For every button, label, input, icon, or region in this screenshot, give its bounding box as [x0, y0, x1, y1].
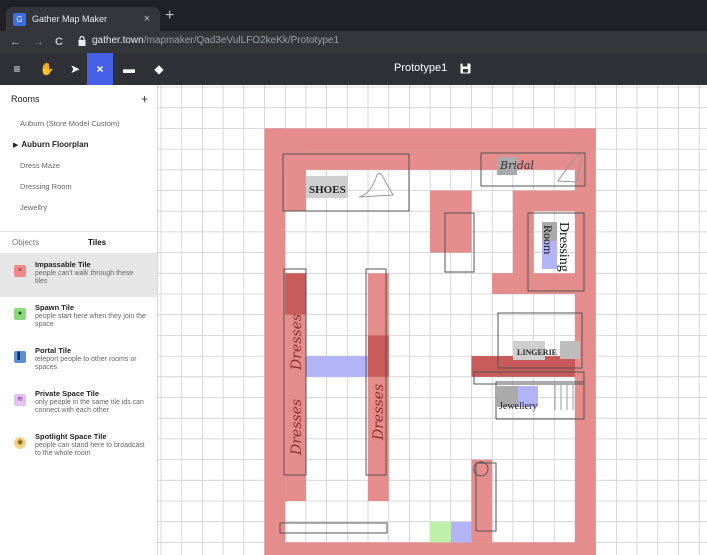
- url-path: /mapmaker/Qad3eVulLFO2keKk/Prototype1: [143, 35, 340, 46]
- tab-tiles[interactable]: Tiles: [88, 238, 106, 247]
- tile-option-spawn[interactable]: ● Spawn Tile people start here when they…: [0, 296, 157, 340]
- tile-name: Impassable Tile: [35, 260, 91, 269]
- impassable-icon: ×: [14, 265, 26, 277]
- spawn-icon: ●: [14, 308, 26, 320]
- reload-button[interactable]: C: [55, 34, 63, 50]
- save-icon[interactable]: [460, 63, 471, 74]
- wall-tile: [264, 542, 596, 555]
- map-title: Prototype1: [394, 62, 448, 74]
- sidebar-tabs: Objects Tiles: [0, 231, 157, 253]
- back-button[interactable]: ←: [10, 34, 21, 50]
- rack-tile: [285, 273, 306, 315]
- room-item[interactable]: Dressing Room: [0, 176, 157, 197]
- tab-objects[interactable]: Objects: [12, 238, 39, 247]
- rooms-label: Rooms: [11, 94, 40, 104]
- tile-option-spotlight[interactable]: ◉ Spotlight Space Tile people can stand …: [0, 425, 157, 469]
- spawn-tile: [430, 521, 451, 543]
- object-tool-button[interactable]: ▬: [116, 53, 142, 85]
- private-space-icon: ≋: [14, 394, 26, 406]
- tile-name: Private Space Tile: [35, 389, 100, 398]
- tile-description: teleport people to other rooms or spaces: [35, 356, 137, 371]
- wall-tile: [264, 128, 596, 150]
- tile-description: people can stand here to broadcast to th…: [35, 442, 145, 457]
- tile-name: Spawn Tile: [35, 303, 75, 312]
- tile-description: only people in the same tile ids can con…: [35, 399, 144, 414]
- bottom-bench-outline[interactable]: [279, 522, 388, 534]
- gather-favicon-icon: G: [13, 12, 26, 26]
- tile-description: people can't walk through these tiles: [35, 270, 134, 285]
- shoe-icon: [358, 172, 394, 198]
- wall-tile: [285, 169, 306, 212]
- eraser-tool-button[interactable]: ◆: [146, 53, 172, 85]
- dresses-label-left-lower: Dresses: [289, 399, 305, 456]
- tile-option-impassable[interactable]: × Impassable Tile people can't walk thro…: [0, 253, 157, 297]
- wall-tile: [264, 128, 286, 555]
- tile-name: Portal Tile: [35, 346, 72, 355]
- add-room-button[interactable]: +: [141, 92, 148, 106]
- pointer-icon: ➤: [69, 62, 81, 76]
- tile-option-private-space[interactable]: ≋ Private Space Tile only people in the …: [0, 382, 157, 426]
- sidebar: Rooms + Auburn (Store Model Custom) ▶ Aub…: [0, 85, 158, 555]
- jewellery-label: Jewellery: [499, 401, 537, 412]
- room-group-label: Auburn Floorplan: [21, 140, 89, 149]
- dresses-label-middle: Dresses: [371, 384, 387, 441]
- tile-name: Spotlight Space Tile: [35, 432, 107, 441]
- tab-title: Gather Map Maker: [32, 14, 108, 24]
- spotlight-icon: ◉: [14, 437, 26, 449]
- impassable-tool-button[interactable]: ×: [87, 53, 113, 85]
- menu-icon: ≡: [13, 62, 21, 76]
- room-item[interactable]: Auburn (Store Model Custom): [0, 113, 157, 134]
- tile-option-portal[interactable]: ▌ Portal Tile teleport people to other r…: [0, 339, 157, 383]
- room-item[interactable]: Dress Maze: [0, 155, 157, 176]
- portal-icon: ▌: [14, 351, 26, 363]
- room-item[interactable]: Jewellry: [0, 197, 157, 218]
- dressing-label: Dressing: [556, 222, 571, 272]
- tab-close-icon[interactable]: ×: [141, 13, 153, 25]
- object-tool-icon: ▬: [123, 62, 135, 76]
- tile-description: people start here when they join the spa…: [35, 313, 146, 328]
- url-field[interactable]: gather.town/mapmaker/Qad3eVulLFO2keKk/Pr…: [92, 35, 339, 46]
- browser-tab-strip: G Gather Map Maker × +: [0, 0, 707, 31]
- lock-icon: [78, 36, 86, 46]
- hand-icon: ✋: [39, 62, 55, 76]
- address-bar: ← → C gather.town/mapmaker/Qad3eVulLFO2k…: [0, 31, 707, 53]
- impassable-tool-icon: ×: [96, 62, 104, 76]
- map-canvas[interactable]: SHOES Bridal Dressing Room LINGERIE Jewe…: [158, 85, 707, 555]
- dresses-label-left-upper: Dresses: [289, 314, 305, 371]
- room-label: Room: [541, 225, 555, 255]
- shoes-label: SHOES: [309, 184, 346, 196]
- hand-tool-button[interactable]: ✋: [34, 53, 60, 85]
- portal-tile: [305, 356, 368, 377]
- map-svg[interactable]: SHOES Bridal Dressing Room LINGERIE Jewe…: [158, 85, 707, 555]
- app-toolbar: ≡ ✋ ➤ × ▬ ◆ Prototype1: [0, 53, 707, 85]
- rooms-header: Rooms +: [0, 85, 157, 113]
- eraser-icon: ◆: [154, 62, 164, 76]
- expand-triangle-icon: ▶: [13, 142, 19, 149]
- new-tab-button[interactable]: +: [165, 8, 174, 24]
- portal-tile: [450, 521, 472, 543]
- bridal-label: Bridal: [499, 159, 534, 172]
- menu-button[interactable]: ≡: [4, 53, 30, 85]
- lingerie-pattern: [560, 341, 580, 359]
- browser-tab[interactable]: G Gather Map Maker ×: [6, 7, 160, 31]
- lingerie-label: LINGERIE: [517, 348, 557, 357]
- pillar-tile: [430, 190, 472, 253]
- dressing-wall-tile: [492, 273, 513, 294]
- pointer-tool-button[interactable]: ➤: [62, 53, 88, 85]
- forward-button[interactable]: →: [33, 34, 44, 50]
- url-domain: gather.town: [92, 35, 144, 46]
- room-group-auburn-floorplan[interactable]: ▶ Auburn Floorplan: [0, 134, 157, 155]
